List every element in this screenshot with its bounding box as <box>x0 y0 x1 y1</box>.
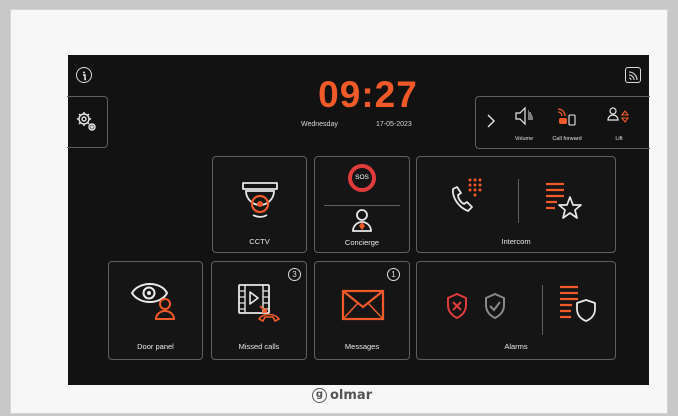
door-panel-label: Door panel <box>137 342 174 351</box>
intercom-label: Intercom <box>501 237 531 246</box>
call-forward-label: Call forward <box>552 136 582 142</box>
shield-check-icon <box>485 293 505 319</box>
sos-label: SOS <box>355 174 369 181</box>
settings-gear-icon <box>77 112 96 131</box>
wifi-button[interactable] <box>625 67 641 83</box>
concierge-button[interactable]: Concierge <box>315 207 409 252</box>
volume-label: Volume <box>514 136 534 142</box>
screen: 09:27 Wednesday 17-05-2023 Volume Call f… <box>67 55 650 385</box>
cctv-tile[interactable]: CCTV <box>212 156 307 253</box>
lift-control[interactable]: Lift <box>601 103 637 147</box>
shield-x-icon <box>447 293 467 319</box>
brand-mark: g <box>312 387 327 403</box>
cctv-label: CCTV <box>249 237 270 246</box>
volume-control[interactable]: Volume <box>506 103 542 147</box>
lift-icon <box>607 107 630 123</box>
golmar-logo: g olmar <box>312 385 378 405</box>
alarms-divider <box>542 285 543 335</box>
sos-button[interactable]: SOS <box>348 164 376 192</box>
settings-button[interactable] <box>67 96 108 148</box>
info-icon <box>83 71 86 81</box>
intercom-divider <box>518 179 519 223</box>
intercom-tile[interactable]: Intercom <box>416 156 616 253</box>
film-missed-call-icon <box>238 284 280 322</box>
messages-tile[interactable]: 1 Messages <box>314 261 410 360</box>
dome-camera-icon <box>242 182 278 218</box>
envelope-icon <box>341 289 385 321</box>
person-icon <box>352 209 372 232</box>
brand-name: olmar <box>330 387 373 403</box>
call-forward-control[interactable]: Call forward <box>542 103 592 147</box>
wifi-signal-icon <box>628 71 638 81</box>
messages-label: Messages <box>344 342 380 351</box>
device-frame: 09:27 Wednesday 17-05-2023 Volume Call f… <box>10 9 668 414</box>
clock-day: Wednesday <box>301 121 338 128</box>
sos-divider <box>324 205 400 206</box>
missed-calls-badge: 3 <box>288 268 301 281</box>
list-shield-icon <box>560 285 596 322</box>
clock-date: 17-05-2023 <box>376 121 412 128</box>
door-panel-tile[interactable]: Door panel <box>108 261 203 360</box>
alarms-tile[interactable]: Alarms <box>416 261 616 360</box>
info-button[interactable] <box>76 67 92 83</box>
concierge-label: Concierge <box>344 238 380 247</box>
volume-icon <box>515 106 533 126</box>
sos-concierge-tile: SOS Concierge <box>314 156 410 253</box>
list-star-icon <box>546 182 582 219</box>
quick-settings-panel: Volume Call forward Lift <box>475 96 650 149</box>
missed-calls-label: Missed calls <box>238 342 280 351</box>
eye-person-icon <box>130 283 176 320</box>
call-forward-icon <box>557 108 576 126</box>
chevron-right-icon[interactable] <box>486 114 496 128</box>
missed-calls-tile[interactable]: 3 Missed calls <box>211 261 307 360</box>
clock-time: 09:27 <box>318 74 418 115</box>
alarms-label: Alarms <box>504 342 528 351</box>
messages-badge: 1 <box>387 268 400 281</box>
lift-label: Lift <box>615 136 623 142</box>
phone-keypad-icon <box>452 178 482 212</box>
